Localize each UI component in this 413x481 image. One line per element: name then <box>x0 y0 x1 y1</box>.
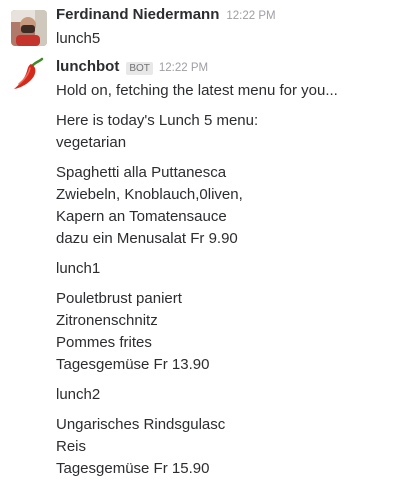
paragraph-lunch2-title: lunch2 <box>56 384 413 406</box>
message-line: dazu ein Menusalat Fr 9.90 <box>56 230 238 247</box>
user-avatar[interactable] <box>11 10 47 46</box>
message-line: Zwiebeln, Knoblauch,0liven, <box>56 186 243 203</box>
sender-name[interactable]: Ferdinand Niedermann <box>56 6 219 23</box>
message-line: lunch5 <box>56 30 101 47</box>
message-line: Pouletbrust paniert <box>56 290 182 307</box>
message-timestamp[interactable]: 12:22 PM <box>159 62 208 74</box>
message-line: Here is today's Lunch 5 menu: <box>56 112 259 129</box>
message-header: Ferdinand Niedermann 12:22 PM <box>56 6 413 28</box>
bot-badge: BOT <box>126 62 153 75</box>
paragraph-menu-intro: Here is today's Lunch 5 menu: vegetarian <box>56 110 413 154</box>
message-body: Hold on, fetching the latest menu for yo… <box>56 80 413 480</box>
message-line: lunch1 <box>56 260 101 277</box>
chili-pepper-icon <box>14 57 44 89</box>
message-ferdinand: Ferdinand Niedermann 12:22 PM lunch5 <box>0 6 413 50</box>
message-line: Tagesgemüse Fr 15.90 <box>56 460 210 477</box>
message-line: Reis <box>56 438 87 455</box>
message-line: vegetarian <box>56 134 127 151</box>
paragraph-lunch5-dish: Spaghetti alla Puttanesca Zwiebeln, Knob… <box>56 162 413 250</box>
message-timestamp[interactable]: 12:22 PM <box>226 10 275 22</box>
message-line: Tagesgemüse Fr 13.90 <box>56 356 210 373</box>
paragraph-lunch2-dish: Ungarisches Rindsgulasc Reis Tagesgemüse… <box>56 414 413 480</box>
paragraph-lunch1-title: lunch1 <box>56 258 413 280</box>
sender-name[interactable]: lunchbot <box>56 58 119 75</box>
message-line: Spaghetti alla Puttanesca <box>56 164 227 181</box>
message-line: lunch2 <box>56 386 101 403</box>
paragraph-lunch1-dish: Pouletbrust paniert Zitronenschnitz Pomm… <box>56 288 413 376</box>
message-line: Hold on, fetching the latest menu for yo… <box>56 82 338 99</box>
message-line: Pommes frites <box>56 334 152 351</box>
paragraph-fetching: Hold on, fetching the latest menu for yo… <box>56 80 413 102</box>
message-line: Kapern an Tomatensauce <box>56 208 227 225</box>
bot-avatar[interactable] <box>11 56 47 92</box>
message-line: Zitronenschnitz <box>56 312 158 329</box>
message-line: Ungarisches Rindsgulasc <box>56 416 226 433</box>
user-photo-avatar-icon <box>11 10 47 46</box>
message-body: lunch5 <box>56 28 413 50</box>
chat-window: { "messages": [ { "sender": "Ferdinand N… <box>0 6 413 481</box>
message-lunchbot: lunchbot BOT 12:22 PM Hold on, fetching … <box>0 56 413 480</box>
message-header: lunchbot BOT 12:22 PM <box>56 58 413 80</box>
